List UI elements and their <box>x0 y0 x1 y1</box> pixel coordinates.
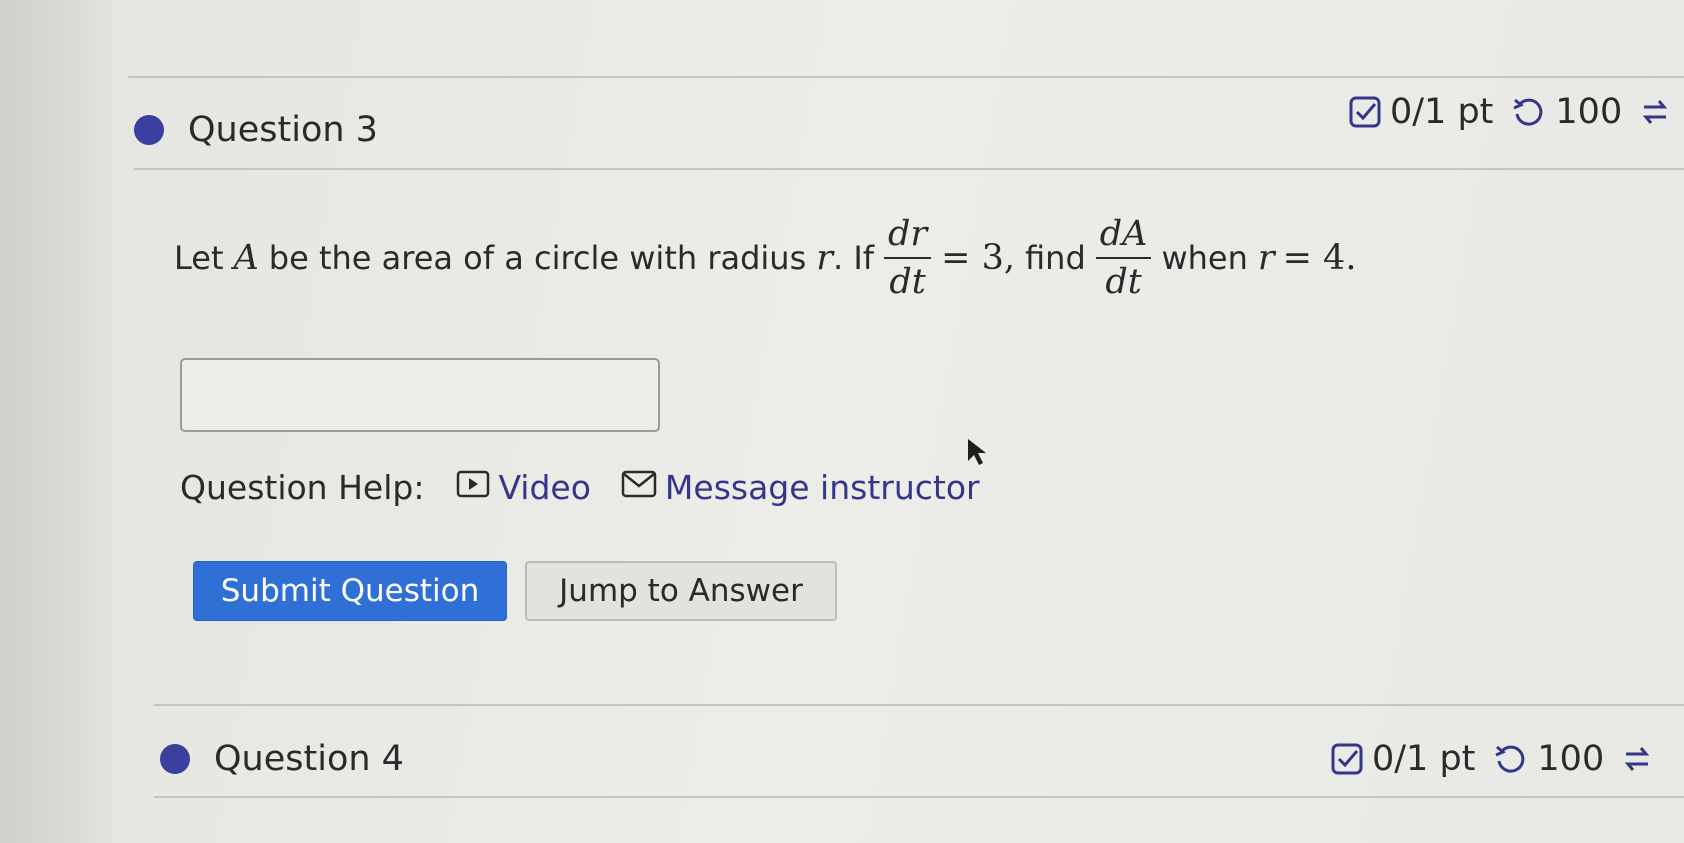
submit-question-button[interactable]: Submit Question <box>193 561 507 621</box>
regenerate-icon[interactable] <box>1622 742 1652 776</box>
prompt-text2: . If <box>832 239 875 277</box>
question3-top-divider <box>128 76 1684 78</box>
message-instructor-label: Message instructor <box>664 468 980 507</box>
fraction-numerator: dr <box>888 214 928 254</box>
question4-header-divider <box>154 796 1684 798</box>
mail-icon <box>621 468 665 507</box>
video-label: Video <box>498 468 591 507</box>
question4-top-divider <box>154 704 1684 706</box>
question3-header: Question 3 <box>134 110 378 150</box>
answer-input[interactable] <box>180 358 660 432</box>
question4-score: 0/1 pt <box>1372 739 1476 779</box>
question-help-row: Question Help: Video Message instructor <box>180 468 1010 507</box>
math-var-a: A <box>233 238 259 278</box>
prompt-text1: be the area of a circle with radius <box>268 239 807 277</box>
checkbox-icon <box>1330 742 1364 776</box>
question-status-dot <box>160 744 190 774</box>
prompt-text4: when <box>1161 239 1248 277</box>
question4-meta: 0/1 pt 100 <box>1330 739 1652 779</box>
question4-attempts: 100 <box>1537 739 1605 779</box>
question4-title: Question 4 <box>214 739 404 779</box>
question3-score: 0/1 pt <box>1390 92 1494 132</box>
fraction-dr-dt: dr dt <box>884 211 932 305</box>
question3-header-divider <box>134 168 1684 170</box>
video-link[interactable]: Video <box>456 468 591 507</box>
page-left-margin <box>0 0 112 843</box>
question-help-label: Question Help: <box>180 468 425 507</box>
question3-prompt: Let A be the area of a circle with radiu… <box>174 198 1356 318</box>
prompt-text3: find <box>1025 239 1086 277</box>
fraction-denominator: dt <box>1105 262 1142 302</box>
math-var-r: r <box>816 238 833 278</box>
equals-four: = 4. <box>1282 238 1357 278</box>
question-status-dot <box>134 115 164 145</box>
question3-title: Question 3 <box>188 110 378 150</box>
checkbox-icon <box>1348 95 1382 129</box>
question4-header: Question 4 <box>160 739 404 779</box>
jump-to-answer-button[interactable]: Jump to Answer <box>525 561 837 621</box>
fraction-denominator: dt <box>889 262 926 302</box>
equals-three: = 3, <box>941 238 1016 278</box>
math-var-r2: r <box>1257 238 1275 278</box>
retry-icon <box>1493 742 1527 776</box>
fraction-da-dt: dA dt <box>1095 211 1152 305</box>
prompt-intro: Let <box>174 239 224 277</box>
regenerate-icon[interactable] <box>1640 95 1670 129</box>
question3-attempts: 100 <box>1555 92 1623 132</box>
question3-meta: 0/1 pt 100 <box>1348 92 1670 132</box>
play-icon <box>456 468 498 507</box>
fraction-numerator: dA <box>1099 214 1148 254</box>
message-instructor-link[interactable]: Message instructor <box>621 468 980 507</box>
retry-icon <box>1511 95 1545 129</box>
mouse-cursor-icon <box>966 437 988 471</box>
